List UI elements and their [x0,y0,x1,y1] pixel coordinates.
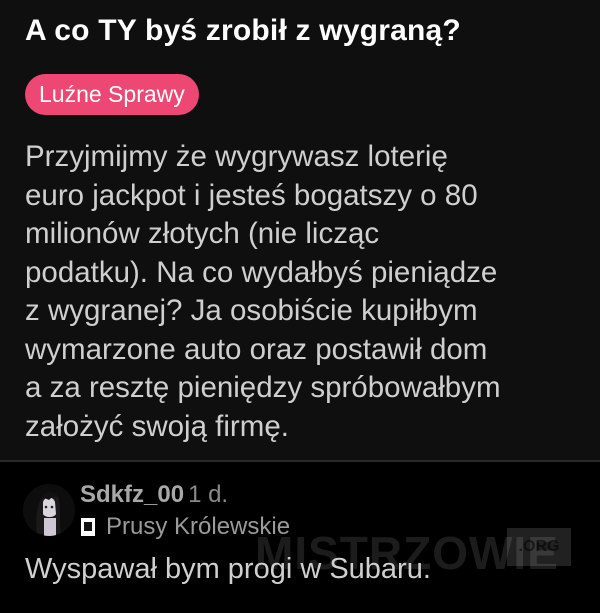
watermark-suffix: .ORG [507,528,571,566]
post-body-line: euro jackpot i jesteś bogatszy o 80 [25,178,478,212]
post-body-line: milionów złotych (nie licząc [25,217,380,250]
comment-author[interactable]: Sdkfz_00 1 d. [80,481,228,509]
post-body-line: z wygranej? Ja osobiście kupiłbym [25,294,478,327]
avatar[interactable] [23,484,75,536]
post-body-line: podatku). Na co wydałbyś pieniądze [25,255,498,289]
comment-text: Wyspawał bym progi w Subaru. [25,553,431,585]
category-tag[interactable]: Luźne Sprawy [25,74,199,115]
flag-icon [81,518,95,536]
post-title: A co TY byś zrobił z wygraną? [25,14,461,47]
post-card: A co TY byś zrobił z wygraną? Luźne Spra… [0,0,600,460]
comment: Sdkfz_00 1 d. Prusy Królewskie MISTRZOWIE… [0,462,600,613]
post-body-line: wymarzone auto oraz postawił dom [25,332,488,366]
comment-time: 1 d. [188,481,229,508]
post-body-line: założyć swoją firmę. [25,409,289,443]
post-body-line: a za resztę pieniędzy spróbowałbym [25,371,501,404]
post-body: Przyjmijmy że wygrywasz loterię euro jac… [25,138,585,446]
post-body-line: Przyjmijmy że wygrywasz loterię [25,140,448,173]
avatar-icon [23,484,75,536]
username[interactable]: Sdkfz_00 [80,481,184,508]
